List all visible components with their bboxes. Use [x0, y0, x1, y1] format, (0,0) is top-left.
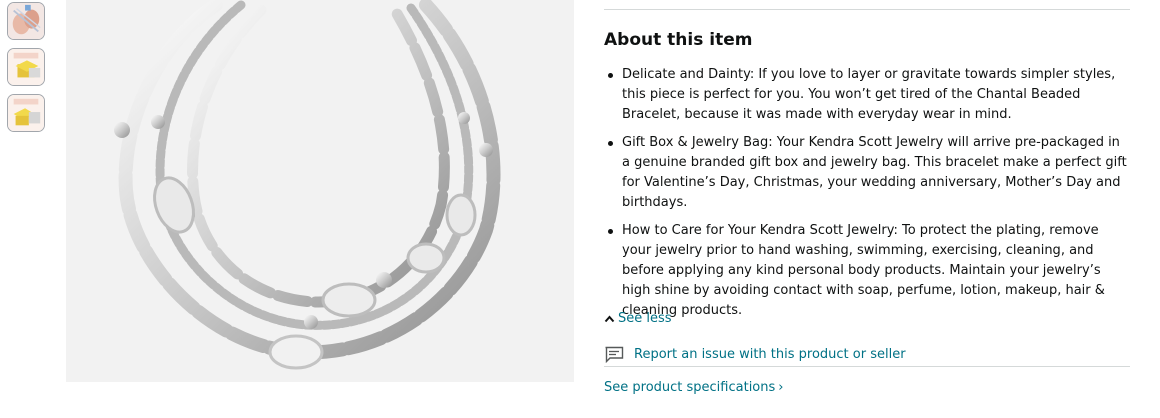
bullet-dot [608, 73, 613, 78]
divider [604, 9, 1130, 10]
about-title: About this item [604, 30, 753, 50]
feature-bullet-text: How to Care for Your Kendra Scott Jewelr… [622, 223, 1105, 318]
feature-bullet: Gift Box & Jewelry Bag: Your Kendra Scot… [604, 133, 1130, 213]
bracelet-product-image [66, 0, 574, 382]
main-product-image[interactable] [66, 0, 574, 382]
bullet-dot [608, 141, 613, 146]
thumbnail-hands-image [8, 3, 44, 39]
see-less-link[interactable]: See less [604, 310, 672, 328]
divider [604, 366, 1130, 367]
see-product-specifications-link[interactable]: See product specifications › [604, 379, 783, 397]
thumbnail-gift-box-yellow-image [8, 49, 44, 85]
thumbnail-strip [7, 2, 47, 140]
feature-bullet-text: Delicate and Dainty: If you love to laye… [622, 67, 1116, 122]
thumbnail-3[interactable] [7, 94, 45, 132]
thumbnail-gift-box-yellow-image-2 [8, 95, 44, 131]
chevron-right-icon: › [778, 380, 784, 395]
feature-bullet-text: Gift Box & Jewelry Bag: Your Kendra Scot… [622, 135, 1127, 210]
specifications-label: See product specifications [604, 380, 776, 395]
feedback-icon [605, 346, 624, 363]
thumbnail-1[interactable] [7, 2, 45, 40]
feature-bullet: How to Care for Your Kendra Scott Jewelr… [604, 221, 1130, 321]
bullet-dot [608, 229, 613, 234]
thumbnail-2[interactable] [7, 48, 45, 86]
feature-bullets: Delicate and Dainty: If you love to laye… [604, 65, 1130, 329]
feature-bullet: Delicate and Dainty: If you love to laye… [604, 65, 1130, 125]
report-issue-link[interactable]: Report an issue with this product or sel… [604, 346, 906, 364]
report-issue-label: Report an issue with this product or sel… [634, 347, 906, 362]
see-less-label: See less [618, 311, 672, 326]
chevron-up-icon [604, 314, 615, 322]
